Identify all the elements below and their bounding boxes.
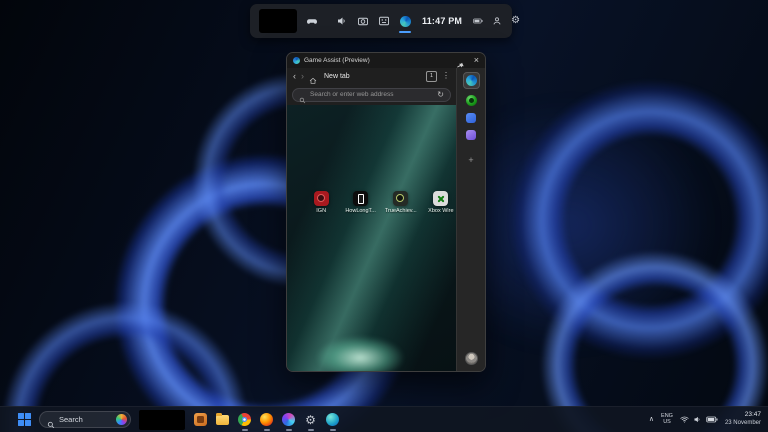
clock-date: 23 November xyxy=(725,420,761,428)
address-bar[interactable]: Search or enter web address ↻ xyxy=(292,88,451,102)
windows-logo-pane xyxy=(25,413,31,419)
windows-logo-pane xyxy=(18,420,24,426)
gamepad-icon[interactable] xyxy=(306,15,318,27)
camera-capture-icon[interactable] xyxy=(357,15,369,27)
taskbar-left-cluster: Search ⚙ xyxy=(18,410,340,430)
browser-nav-bar: ‹ › New tab 1 ⋮ xyxy=(287,68,456,84)
windows-logo-pane xyxy=(18,413,24,419)
howlongtobeat-icon xyxy=(353,191,368,206)
battery-icon xyxy=(706,416,718,423)
active-tab-title: New tab xyxy=(324,73,350,80)
close-icon[interactable]: × xyxy=(474,56,479,65)
settings-gear-icon[interactable]: ⚙ xyxy=(511,16,520,26)
battery-icon xyxy=(473,16,483,26)
shortcut-label: HowLongT... xyxy=(345,208,376,214)
ign-icon xyxy=(314,191,329,206)
aurora-glow xyxy=(301,241,443,371)
address-bar-row: Search or enter web address ↻ xyxy=(287,84,456,105)
widgets-panel-icon[interactable] xyxy=(378,15,390,27)
speaker-icon[interactable] xyxy=(336,15,348,27)
search-highlight-icon xyxy=(116,414,127,425)
game-assist-sidebar: + xyxy=(456,68,485,371)
windows-logo-pane xyxy=(25,420,31,426)
system-tray: ∧ ENG US 23:47 23 November xyxy=(649,411,761,427)
taskbar-app-chrome[interactable] xyxy=(237,412,252,427)
search-icon xyxy=(47,416,55,424)
more-menu-icon[interactable]: ⋮ xyxy=(442,72,450,80)
firefox-icon xyxy=(260,413,273,426)
sidebar-item-edge-active[interactable] xyxy=(463,72,480,89)
taskbar-search-box[interactable]: Search xyxy=(39,411,131,428)
taskbar-app-edge[interactable] xyxy=(325,412,340,427)
edge-logo xyxy=(400,16,411,27)
shortcut-label: IGN xyxy=(316,208,326,214)
trueachievements-icon xyxy=(393,191,408,206)
search-icon xyxy=(299,91,306,98)
taskbar-app-file-explorer[interactable] xyxy=(215,412,230,427)
wallpaper-bloom-petal xyxy=(443,153,768,432)
shortcut-label: TrueAchiev... xyxy=(385,208,417,214)
shortcut-label: Xbox Wire xyxy=(428,208,453,214)
address-bar-placeholder: Search or enter web address xyxy=(310,91,433,98)
edge-browser-icon xyxy=(326,413,339,426)
new-tab-page: IGN HowLongT... TrueAchiev... Xbox xyxy=(287,105,456,371)
file-explorer-icon xyxy=(216,415,229,425)
chrome-icon xyxy=(238,413,251,426)
clock-time: 23:47 xyxy=(745,411,761,419)
game-assist-titlebar[interactable]: Game Assist (Preview) × xyxy=(287,53,485,68)
shortcut-howlongtobeat[interactable]: HowLongT... xyxy=(345,191,376,214)
start-button[interactable] xyxy=(18,413,31,426)
language-indicator[interactable]: ENG US xyxy=(661,413,673,426)
snip-app-icon xyxy=(194,413,207,426)
home-icon[interactable] xyxy=(309,72,317,80)
shortcut-trueachievements[interactable]: TrueAchiev... xyxy=(385,191,417,214)
forward-icon[interactable]: › xyxy=(301,72,304,81)
xbox-app-icon[interactable] xyxy=(466,95,477,106)
wifi-icon xyxy=(680,415,689,424)
purple-app-icon[interactable] xyxy=(466,130,476,140)
tray-expand-icon[interactable]: ∧ xyxy=(649,416,654,423)
edge-browser-icon xyxy=(466,75,477,86)
edge-app-icon xyxy=(293,57,300,64)
redacted-taskbar-item[interactable] xyxy=(139,410,185,430)
volume-icon xyxy=(693,415,702,424)
taskbar-app-browser[interactable] xyxy=(281,412,296,427)
browser-pane: ‹ › New tab 1 ⋮ Search or enter web addr… xyxy=(287,68,456,371)
profile-avatar[interactable] xyxy=(465,352,478,365)
taskbar-app-firefox[interactable] xyxy=(259,412,274,427)
browser-icon xyxy=(282,413,295,426)
search-label: Search xyxy=(59,415,112,424)
account-icon[interactable] xyxy=(492,16,502,26)
desktop: 11:47 PM ⚙ Game Assist (Preview) × ‹ › xyxy=(0,0,768,432)
game-assist-window: Game Assist (Preview) × ‹ › New tab 1 ⋮ xyxy=(286,52,486,372)
refresh-icon[interactable]: ↻ xyxy=(437,91,444,99)
language-secondary: US xyxy=(663,419,671,425)
taskbar: Search ⚙ ∧ ENG US xyxy=(0,406,768,432)
game-bar: 11:47 PM ⚙ xyxy=(250,4,512,38)
xbox-wire-icon xyxy=(433,191,448,206)
settings-gear-icon: ⚙ xyxy=(305,414,316,426)
tray-clock[interactable]: 23:47 23 November xyxy=(725,411,761,427)
back-icon[interactable]: ‹ xyxy=(293,72,296,81)
taskbar-app-snip[interactable] xyxy=(193,412,208,427)
pin-icon[interactable] xyxy=(457,55,467,65)
taskbar-app-settings[interactable]: ⚙ xyxy=(303,412,318,427)
tab-counter[interactable]: 1 xyxy=(426,71,437,82)
game-assist-body: ‹ › New tab 1 ⋮ Search or enter web addr… xyxy=(287,68,485,371)
pinned-apps: ⚙ xyxy=(193,412,340,427)
shortcut-ign[interactable]: IGN xyxy=(306,191,336,214)
site-shortcuts: IGN HowLongT... TrueAchiev... Xbox xyxy=(287,191,456,214)
tray-status-icons[interactable] xyxy=(680,415,718,424)
add-app-button[interactable]: + xyxy=(468,156,473,165)
shortcut-xbox-wire[interactable]: Xbox Wire xyxy=(426,191,456,214)
window-title: Game Assist (Preview) xyxy=(304,57,370,64)
redacted-widget-thumbnail[interactable] xyxy=(259,9,297,33)
game-bar-clock: 11:47 PM xyxy=(422,16,462,26)
edge-browser-icon[interactable] xyxy=(399,15,411,27)
blue-app-icon[interactable] xyxy=(466,113,476,123)
